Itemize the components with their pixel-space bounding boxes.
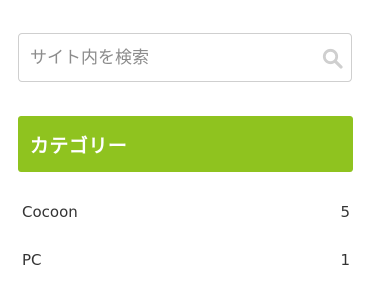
category-list: Cocoon 5 PC 1	[18, 188, 353, 284]
category-label: Cocoon	[22, 203, 78, 221]
search-button[interactable]	[320, 46, 344, 70]
search-box	[18, 33, 352, 82]
category-item-cocoon[interactable]: Cocoon 5	[18, 188, 353, 236]
category-widget-title: カテゴリー	[18, 116, 353, 172]
category-count: 1	[340, 251, 350, 269]
category-label: PC	[22, 251, 42, 269]
search-icon	[322, 48, 343, 69]
category-count: 5	[340, 203, 350, 221]
search-input[interactable]	[19, 34, 351, 81]
category-item-pc[interactable]: PC 1	[18, 236, 353, 284]
